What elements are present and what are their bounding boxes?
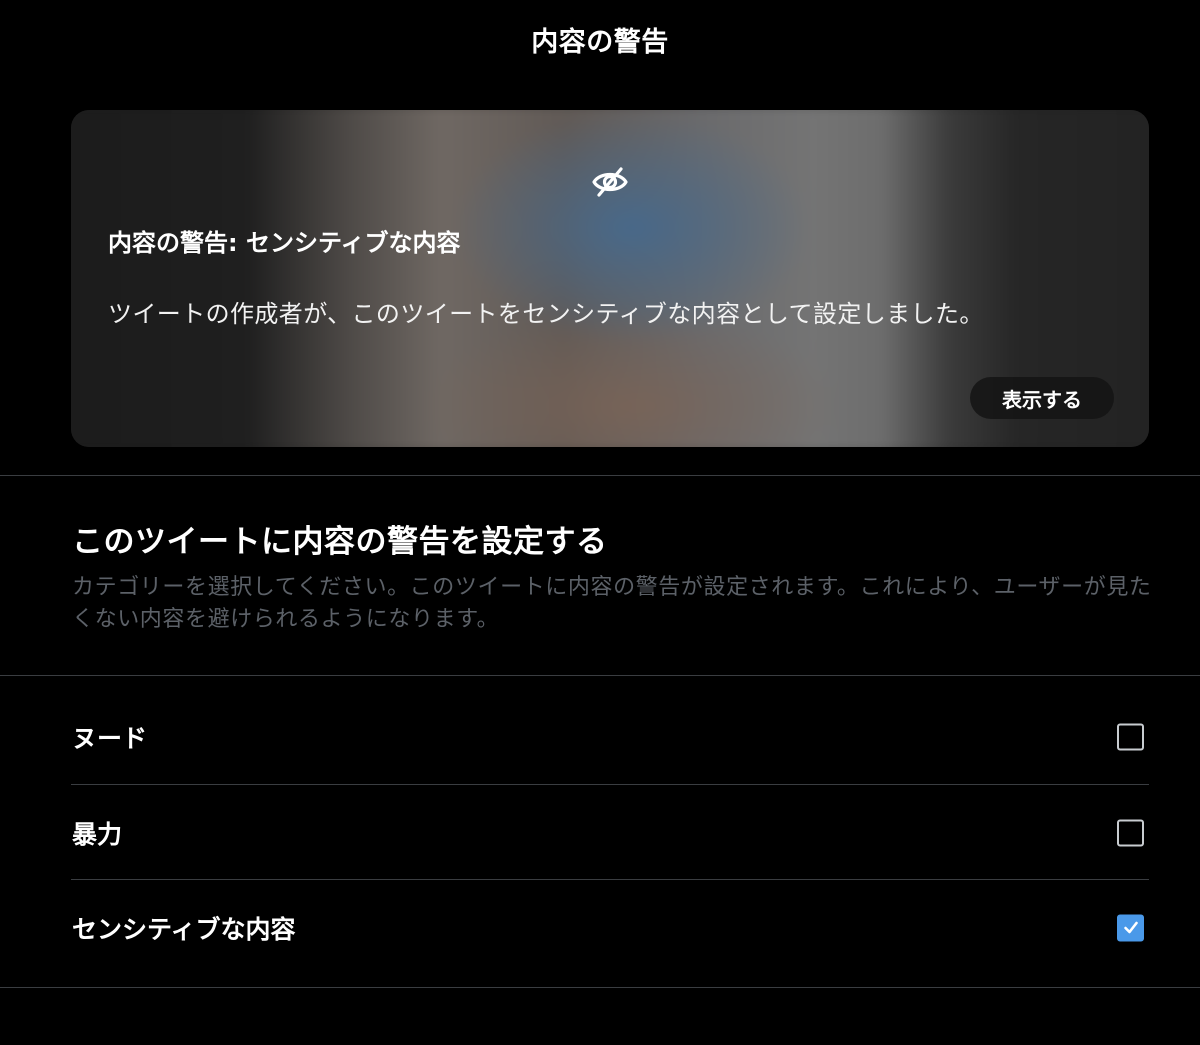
warning-title: 内容の警告: センシティブな内容 [108,229,461,257]
show-button[interactable]: 表示する [970,377,1114,419]
option-label: ヌード [72,723,148,753]
section-title: このツイートに内容の警告を設定する [72,524,608,560]
option-label: 暴力 [72,819,123,849]
content-warning-card: 内容の警告: センシティブな内容 ツイートの作成者が、このツイートをセンシティブ… [71,110,1149,447]
option-violence[interactable]: 暴力 [71,785,1149,880]
divider [0,475,1200,476]
row-divider [0,987,1200,988]
option-label: センシティブな内容 [72,914,296,944]
violence-checkbox[interactable] [1117,819,1144,846]
divider [0,675,1200,676]
section-description: カテゴリーを選択してください。このツイートに内容の警告が設定されます。これにより… [72,575,1152,632]
option-sensitive[interactable]: センシティブな内容 [71,880,1149,975]
checkmark-icon [1123,921,1138,934]
header: 内容の警告 [0,0,1200,78]
eye-slash-icon [592,167,628,197]
nudity-checkbox[interactable] [1117,723,1144,750]
warning-description: ツイートの作成者が、このツイートをセンシティブな内容として設定しました。 [108,300,984,328]
option-nudity[interactable]: ヌード [71,689,1149,784]
page-title: 内容の警告 [531,26,669,58]
sensitive-checkbox[interactable] [1117,914,1144,941]
